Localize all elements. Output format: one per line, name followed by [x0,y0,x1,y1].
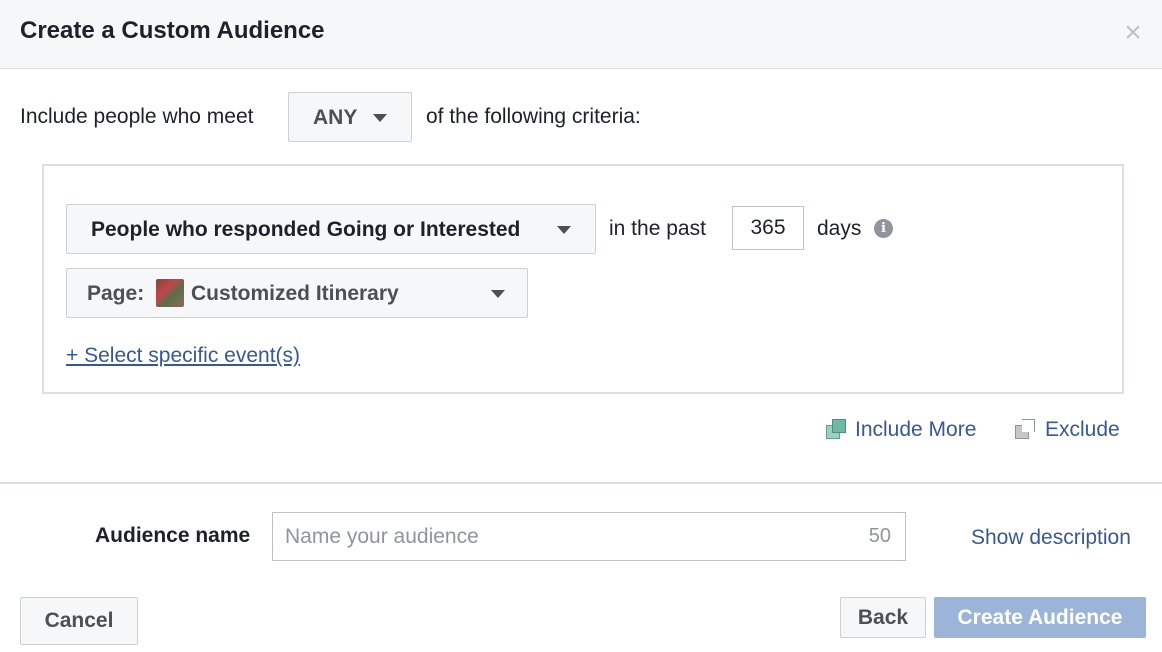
back-button[interactable]: Back [840,597,926,638]
match-type-value: ANY [313,106,358,129]
criteria-prefix: Include people who meet [20,105,254,128]
page-prefix-label: Page: [87,282,145,305]
section-divider [0,482,1162,484]
cancel-button[interactable]: Cancel [20,597,138,645]
include-more-icon[interactable] [826,419,848,441]
dialog-header: Create a Custom Audience × [0,0,1162,69]
page-dropdown[interactable]: Page: Customized Itinerary [66,268,528,318]
exclude-icon-front [1022,419,1035,432]
include-more-icon-front [832,419,846,433]
exclude-link[interactable]: Exclude [1045,418,1120,442]
close-icon[interactable]: × [1118,16,1148,50]
audience-name-input[interactable] [273,513,833,560]
audience-name-field[interactable]: 50 [272,512,906,561]
criteria-suffix: of the following criteria: [426,105,641,128]
event-type-value: People who responded Going or Interested [91,218,521,241]
select-events-link[interactable]: + Select specific event(s) [66,344,300,368]
create-audience-button[interactable]: Create Audience [934,597,1146,638]
event-type-dropdown[interactable]: People who responded Going or Interested [66,204,596,254]
audience-name-label: Audience name [95,524,251,547]
in-the-past-label: in the past [609,217,706,240]
page-thumbnail [156,279,184,307]
dialog-title: Create a Custom Audience [20,17,325,44]
info-icon[interactable]: i [874,219,893,238]
days-label: days [817,217,862,240]
char-limit-counter: 50 [868,525,891,547]
criteria-row: Include people who meet ANY of the follo… [20,92,1120,142]
match-type-dropdown[interactable]: ANY [288,92,412,142]
chevron-down-icon [557,226,571,234]
days-input[interactable] [732,206,804,250]
chevron-down-icon [491,290,505,298]
show-description-link[interactable]: Show description [971,526,1131,550]
chevron-down-icon [373,114,387,122]
include-more-link[interactable]: Include More [855,418,976,442]
exclude-icon[interactable] [1015,419,1037,441]
criteria-box: People who responded Going or Interested… [42,164,1124,394]
page-name: Customized Itinerary [191,282,399,305]
